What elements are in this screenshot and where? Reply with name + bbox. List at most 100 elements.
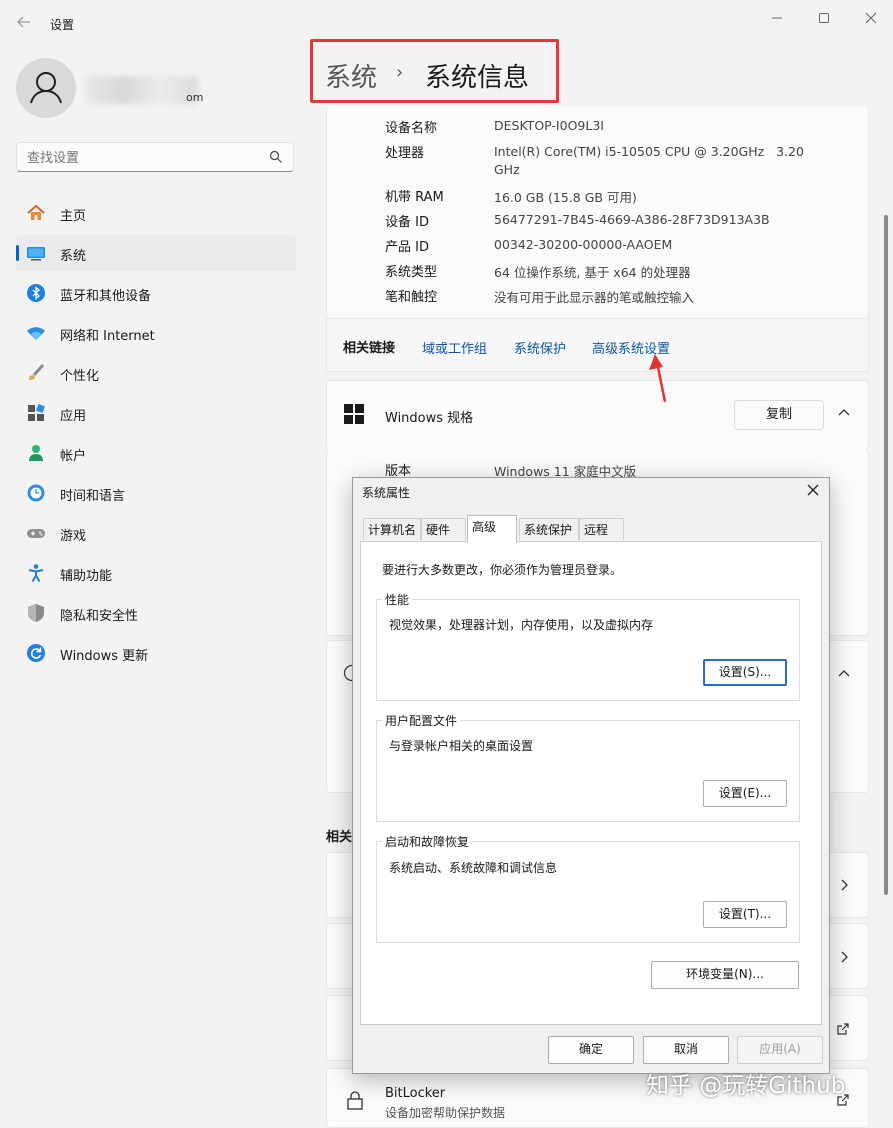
sidebar-item-label: 系统: [60, 249, 87, 264]
bluetooth-icon: [26, 283, 46, 303]
copy-button[interactable]: 复制: [734, 400, 824, 430]
chevron-up-icon[interactable]: [837, 667, 851, 679]
search-box[interactable]: [16, 142, 294, 172]
related-links-label: 相关链接: [343, 341, 396, 356]
update-icon: [26, 643, 46, 663]
chevron-up-icon[interactable]: [837, 406, 851, 418]
breadcrumb-separator: ›: [396, 62, 404, 83]
close-window-icon[interactable]: [859, 8, 883, 28]
sidebar-item-accounts[interactable]: 帐户: [16, 435, 296, 471]
spec-value: 56477291-7B45-4669-A386-28F73D913A3B: [494, 212, 770, 227]
spec-value: 16.0 GB (15.8 GB 可用): [494, 190, 637, 205]
startup-recovery-settings-button[interactable]: 设置(T)...: [703, 901, 787, 928]
ok-button[interactable]: 确定: [548, 1036, 634, 1064]
sidebar-item-label: 个性化: [60, 369, 100, 384]
sidebar-item-apps[interactable]: 应用: [16, 395, 296, 431]
sidebar-item-windows-update[interactable]: Windows 更新: [16, 635, 296, 671]
bitlocker-icon: [345, 1090, 365, 1112]
spec-key: 系统类型: [385, 265, 438, 280]
minimize-icon[interactable]: [765, 8, 789, 28]
sidebar-item-label: 时间和语言: [60, 489, 126, 504]
home-icon: [26, 203, 46, 223]
sidebar-item-label: 应用: [60, 409, 87, 424]
spec-value: 没有可用于此显示器的笔或触控输入: [494, 290, 695, 305]
related-section-heading: 相关: [326, 830, 353, 845]
sidebar-item-privacy[interactable]: 隐私和安全性: [16, 595, 296, 631]
sidebar-item-label: 蓝牙和其他设备: [60, 289, 152, 304]
back-arrow-icon[interactable]: [16, 14, 32, 30]
dialog-title: 系统属性: [362, 486, 411, 500]
user-profiles-settings-button[interactable]: 设置(E)...: [703, 780, 787, 807]
spec-key: 处理器: [385, 146, 425, 161]
scrollbar[interactable]: [884, 215, 888, 895]
title-bar: 设置: [0, 0, 893, 44]
sidebar-item-label: Windows 更新: [60, 649, 149, 664]
clock-globe-icon: [26, 483, 46, 503]
cancel-button[interactable]: 取消: [643, 1036, 729, 1064]
breadcrumb-parent[interactable]: 系统: [325, 57, 377, 94]
tab-computer-name[interactable]: 计算机名: [363, 518, 421, 540]
spec-key: 产品 ID: [385, 240, 429, 255]
external-link-icon: [836, 1022, 850, 1036]
spec-key: 笔和触控: [385, 290, 438, 305]
group-description: 系统启动、系统故障和调试信息: [389, 861, 558, 875]
apply-button[interactable]: 应用(A): [737, 1036, 823, 1064]
sidebar-item-network[interactable]: 网络和 Internet: [16, 315, 296, 351]
gamepad-icon: [26, 523, 46, 543]
group-label: 启动和故障恢复: [382, 833, 473, 850]
tab-remote[interactable]: 远程: [579, 518, 624, 540]
shield-icon: [26, 603, 46, 623]
brush-icon: [26, 363, 46, 383]
chevron-right-icon: [840, 950, 850, 964]
active-indicator: [16, 245, 19, 261]
sidebar-item-time-language[interactable]: 时间和语言: [16, 475, 296, 511]
sidebar-item-label: 辅助功能: [60, 569, 113, 584]
search-icon: [269, 150, 283, 164]
windows-logo-icon: [344, 404, 364, 424]
sidebar-item-gaming[interactable]: 游戏: [16, 515, 296, 551]
spec-key: 机带 RAM: [385, 190, 444, 205]
bitlocker-description: 设备加密帮助保护数据: [385, 1106, 506, 1120]
spec-value: DESKTOP-I0O9L3I: [494, 118, 604, 133]
group-label: 用户配置文件: [382, 712, 461, 729]
group-label: 性能: [382, 591, 413, 608]
search-input[interactable]: [25, 147, 269, 169]
page-title: 系统信息: [425, 63, 530, 93]
sidebar-item-label: 帐户: [60, 449, 87, 464]
bitlocker-title: BitLocker: [385, 1086, 446, 1101]
spec-value: 00342-30200-00000-AAOEM: [494, 237, 673, 252]
spec-value: 64 位操作系统, 基于 x64 的处理器: [494, 265, 691, 280]
spec-key: 设备 ID: [385, 215, 429, 230]
account-email-suffix: om: [186, 91, 204, 104]
sidebar-item-bluetooth[interactable]: 蓝牙和其他设备: [16, 275, 296, 311]
group-description: 与登录帐户相关的桌面设置: [389, 739, 534, 753]
sidebar-item-system[interactable]: 系统: [16, 235, 296, 271]
accessibility-icon: [26, 563, 46, 583]
windows-spec-title: Windows 规格: [385, 411, 474, 426]
system-icon: [26, 243, 46, 263]
sidebar-item-personalization[interactable]: 个性化: [16, 355, 296, 391]
person-icon: [26, 443, 46, 463]
tab-advanced[interactable]: 高级: [467, 515, 517, 543]
avatar[interactable]: [16, 58, 76, 118]
watermark: 知乎 @玩转Github: [646, 1073, 846, 1099]
sidebar-item-label: 游戏: [60, 529, 87, 544]
chevron-right-icon: [840, 878, 850, 892]
sidebar-item-home[interactable]: 主页: [16, 195, 296, 231]
sidebar-item-label: 隐私和安全性: [60, 609, 139, 624]
performance-settings-button[interactable]: 设置(S)...: [703, 659, 787, 686]
spec-value-continued: GHz: [494, 162, 520, 177]
tab-system-protection[interactable]: 系统保护: [519, 518, 579, 540]
apps-icon: [26, 403, 46, 423]
environment-variables-button[interactable]: 环境变量(N)...: [651, 961, 799, 989]
link-domain-workgroup[interactable]: 域或工作组: [422, 338, 487, 357]
sidebar-item-label: 网络和 Internet: [60, 329, 155, 344]
dialog-close-icon[interactable]: [806, 483, 820, 497]
wifi-icon: [26, 323, 46, 343]
maximize-icon[interactable]: [812, 8, 836, 28]
blurred-account-name: [86, 76, 198, 104]
sidebar-item-accessibility[interactable]: 辅助功能: [16, 555, 296, 591]
tab-hardware[interactable]: 硬件: [421, 518, 466, 540]
group-description: 视觉效果，处理器计划，内存使用，以及虚拟内存: [389, 618, 654, 632]
sidebar-item-label: 主页: [60, 209, 87, 224]
